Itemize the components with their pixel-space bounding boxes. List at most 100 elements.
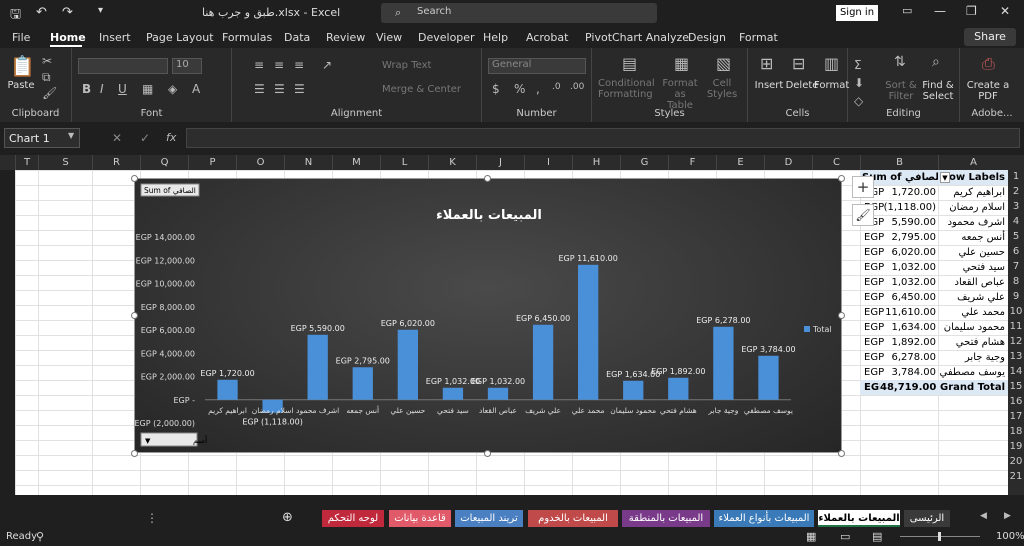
column-header-a[interactable]: A <box>938 155 1008 170</box>
align-top-icon[interactable]: ≡ <box>254 58 264 72</box>
align-center-icon[interactable]: ☰ <box>274 82 285 96</box>
column-header-l[interactable]: L <box>380 155 428 170</box>
column-header-s[interactable]: S <box>38 155 92 170</box>
row-header[interactable]: 5 <box>1008 231 1024 242</box>
conditional-formatting-button[interactable]: Conditional Formatting <box>598 78 655 100</box>
tab-home[interactable]: Home <box>50 31 86 44</box>
resize-handle[interactable] <box>131 175 138 182</box>
pivot-cell-value[interactable]: 6,450.00 <box>880 290 936 305</box>
insert-function-icon[interactable]: fx <box>166 131 176 144</box>
fill-color-icon[interactable]: ◈ <box>168 82 177 96</box>
orientation-icon[interactable]: ↗ <box>322 58 332 72</box>
cut-icon[interactable]: ✂ <box>42 54 52 68</box>
more-options-icon[interactable]: ⋮ <box>146 511 158 525</box>
paste-icon[interactable]: 📋 <box>10 54 35 78</box>
column-header-c[interactable]: C <box>812 155 860 170</box>
resize-handle[interactable] <box>838 312 845 319</box>
tab-view[interactable]: View <box>376 31 402 44</box>
wrap-text-button[interactable]: Wrap Text <box>382 60 431 71</box>
row-header[interactable]: 18 <box>1008 426 1024 437</box>
borders-icon[interactable]: ▦ <box>142 82 153 96</box>
currency-icon[interactable]: $ <box>492 82 500 96</box>
row-header[interactable]: 4 <box>1008 216 1024 227</box>
row-header[interactable]: 19 <box>1008 441 1024 452</box>
sheet-tab[interactable]: تريند المبيعات <box>455 510 523 527</box>
row-header[interactable]: 6 <box>1008 246 1024 257</box>
chart-styles-button[interactable]: 🖌 <box>852 204 874 226</box>
resize-handle[interactable] <box>838 175 845 182</box>
formula-input[interactable] <box>186 128 1020 148</box>
pivot-cell-value[interactable]: (1,118.00) <box>880 200 936 215</box>
column-header-g[interactable]: G <box>620 155 668 170</box>
pivot-row-label[interactable]: محمود سليمان <box>938 320 1008 335</box>
percent-icon[interactable]: % <box>514 82 525 96</box>
column-header-h[interactable]: H <box>572 155 620 170</box>
column-header-f[interactable]: F <box>668 155 716 170</box>
tab-format[interactable]: Format <box>739 31 778 44</box>
pivot-row-label[interactable]: وجية جابر <box>938 350 1008 365</box>
pivot-row-label[interactable]: عباص القعاد <box>938 275 1008 290</box>
pivot-grand-value[interactable]: 48,719.00 <box>880 380 938 395</box>
row-header[interactable]: 10 <box>1008 306 1024 317</box>
tab-pivotchart-analyze[interactable]: PivotChart Analyze <box>585 31 689 44</box>
pivot-row-label[interactable]: يوسف مصطفي <box>938 365 1008 380</box>
tab-file[interactable]: File <box>12 31 30 44</box>
sheet-tab[interactable]: المبيعات بأنواع العملاء <box>714 510 814 527</box>
accessibility-icon[interactable]: ⚲ <box>36 530 44 543</box>
pivot-cell-currency[interactable]: EGP <box>860 245 884 260</box>
pivot-cell-value[interactable]: 5,590.00 <box>880 215 936 230</box>
number-format-box[interactable]: General <box>488 58 586 74</box>
pivot-cell-currency[interactable]: EGP <box>860 290 884 305</box>
pivot-row-label[interactable]: هشام فتحي <box>938 335 1008 350</box>
normal-view-icon[interactable]: ▦ <box>806 530 816 543</box>
pivot-cell-currency[interactable]: EGP <box>860 350 884 365</box>
column-header-k[interactable]: K <box>428 155 476 170</box>
scroll-right-icon[interactable]: ▶ <box>1004 511 1011 521</box>
align-middle-icon[interactable]: ≡ <box>274 58 284 72</box>
pivot-row-label[interactable]: اسلام رمضان <box>938 200 1008 215</box>
zoom-thumb[interactable] <box>938 532 941 541</box>
pivot-cell-value[interactable]: 3,784.00 <box>880 365 936 380</box>
sheet-tab[interactable]: لوحه التحكم <box>322 510 384 527</box>
pivot-cell-currency[interactable]: EGP <box>860 260 884 275</box>
page-break-view-icon[interactable]: ▤ <box>872 530 882 543</box>
cell-styles-button[interactable]: Cell Styles <box>704 78 740 100</box>
column-header-p[interactable]: P <box>188 155 236 170</box>
chart-elements-button[interactable]: + <box>852 176 874 198</box>
comma-icon[interactable]: , <box>536 82 540 96</box>
insert-cells-button[interactable]: Insert <box>752 80 786 91</box>
pivot-cell-value[interactable]: 11,610.00 <box>880 305 936 320</box>
row-header[interactable]: 17 <box>1008 411 1024 422</box>
row-header[interactable]: 3 <box>1008 201 1024 212</box>
resize-handle[interactable] <box>838 450 845 457</box>
format-as-table-button[interactable]: Format as Table <box>660 78 700 111</box>
pivot-cell-value[interactable]: 2,795.00 <box>880 230 936 245</box>
decrease-decimal-icon[interactable]: .00 <box>570 82 584 92</box>
column-header-n[interactable]: N <box>284 155 332 170</box>
ribbon-display-icon[interactable]: ▭ <box>902 4 912 17</box>
pivot-cell-value[interactable]: 1,032.00 <box>880 275 936 290</box>
pivot-cell-currency[interactable]: EGP <box>860 335 884 350</box>
pivot-cell-value[interactable]: 6,278.00 <box>880 350 936 365</box>
sign-in-button[interactable]: Sign in <box>836 5 878 21</box>
font-size-box[interactable]: 10 <box>172 58 202 74</box>
format-painter-icon[interactable]: 🖌 <box>42 86 57 100</box>
tab-page-layout[interactable]: Page Layout <box>146 31 214 44</box>
paste-button[interactable]: Paste <box>6 80 36 91</box>
column-header-o[interactable]: O <box>236 155 284 170</box>
tab-developer[interactable]: Developer <box>418 31 475 44</box>
search-box[interactable]: ⌕ Search <box>381 3 657 23</box>
tab-acrobat[interactable]: Acrobat <box>526 31 568 44</box>
underline-button[interactable]: U <box>118 82 127 96</box>
pivot-row-label[interactable]: أنس جمعه <box>938 230 1008 245</box>
row-header[interactable]: 21 <box>1008 471 1024 482</box>
add-sheet-icon[interactable]: ⊕ <box>282 510 293 525</box>
format-cells-button[interactable]: Format <box>814 80 849 91</box>
pivot-chart[interactable]: المبيعات بالعملاء EGP (2,000.00) EGP - EGP … <box>134 178 842 453</box>
page-layout-view-icon[interactable]: ▭ <box>840 530 850 543</box>
row-header[interactable]: 11 <box>1008 321 1024 332</box>
column-header-d[interactable]: D <box>764 155 812 170</box>
pivot-grand-label[interactable]: Grand Total <box>938 380 1008 395</box>
increase-decimal-icon[interactable]: .0 <box>552 82 561 92</box>
minimize-button[interactable]: — <box>934 4 946 18</box>
